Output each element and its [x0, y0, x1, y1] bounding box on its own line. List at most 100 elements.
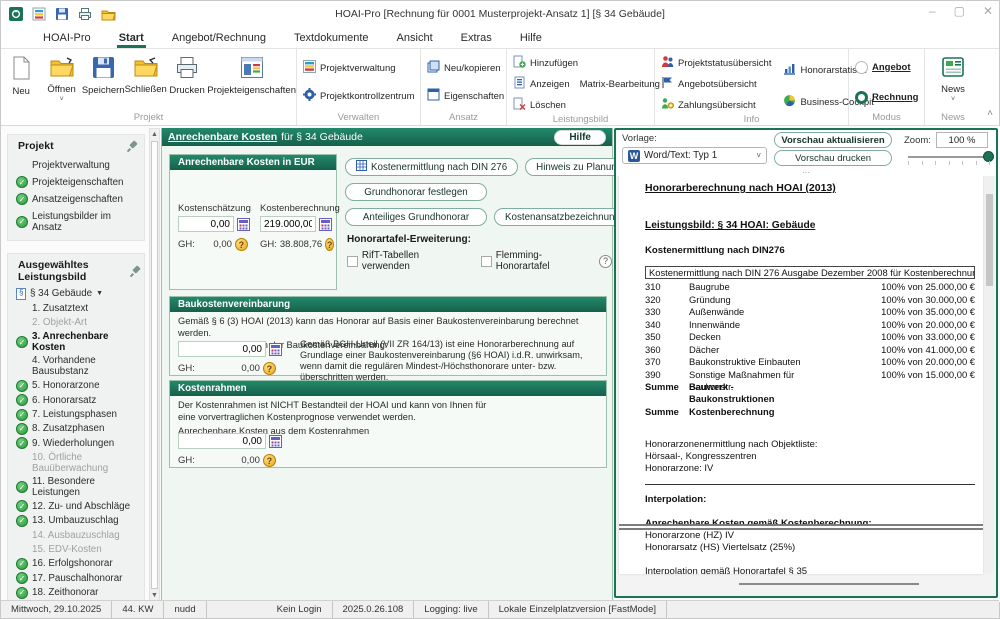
sidebar-item-34-gebaeude[interactable]: § 34 Gebäude▼	[8, 287, 144, 301]
sidebar-item-leistungsphasen[interactable]: ✓7. Leistungsphasen	[8, 407, 144, 421]
tab-hoai-pro[interactable]: HOAI-Pro	[31, 29, 103, 48]
close-button[interactable]: ✕	[983, 4, 993, 18]
sidebar-item-zeithonorar[interactable]: ✓18. Zeithonorar	[8, 586, 144, 600]
sidebar-item-projektverwaltung[interactable]: Projektverwaltung	[8, 156, 144, 172]
zoom-slider[interactable]	[908, 156, 990, 158]
group-label-modus: Modus	[849, 112, 924, 125]
anrechenbare-kosten-box: Anrechenbare Kosten in EUR Kostenschätzu…	[169, 154, 337, 290]
speichern-button[interactable]: Speichern	[82, 49, 125, 96]
sidebar-item-anrechenbare-kosten[interactable]: ✓3. Anrechenbare Kosten	[8, 330, 144, 354]
tab-angebot-rechnung[interactable]: Angebot/Rechnung	[160, 29, 278, 48]
scrollbar-thumb[interactable]	[986, 194, 993, 286]
pin-icon[interactable]	[126, 140, 138, 152]
preview-vertical-scrollbar[interactable]	[985, 176, 994, 574]
calculator-icon[interactable]	[319, 218, 332, 231]
help-question-icon[interactable]: ?	[235, 238, 248, 251]
help-circle-icon[interactable]: ?	[599, 255, 612, 268]
projektverwaltung-button[interactable]: Projektverwaltung	[303, 59, 415, 77]
sidebar-item-erfolgshonorar[interactable]: ✓16. Erfolgshonorar	[8, 557, 144, 571]
sidebar-item-oertliche-bauueberwachung[interactable]: 10. Örtliche Bauüberwachung	[8, 451, 144, 475]
open-folder-icon[interactable]	[101, 8, 116, 21]
zoom-value[interactable]: 100 %	[936, 132, 988, 148]
print-icon[interactable]	[78, 7, 92, 21]
kostenberechnung-input[interactable]	[260, 216, 316, 232]
kostenschaetzung-input[interactable]	[178, 216, 234, 232]
pin-icon[interactable]	[129, 265, 138, 277]
modus-rechnung-radio[interactable]: Rechnung	[855, 88, 918, 106]
sidebar-item-ansatzeigenschaften[interactable]: ✓Ansatzeigenschaften	[8, 189, 144, 206]
tab-textdokumente[interactable]: Textdokumente	[282, 29, 381, 48]
tab-ansicht[interactable]: Ansicht	[385, 29, 445, 48]
save-icon[interactable]	[55, 7, 69, 21]
hilfe-button[interactable]: Hilfe	[554, 130, 606, 145]
scrollbar-thumb[interactable]	[151, 141, 158, 589]
sidebar-item-wiederholungen[interactable]: ✓9. Wiederholungen	[8, 436, 144, 450]
sidebar-item-zusatzphasen[interactable]: ✓8. Zusatzphasen	[8, 422, 144, 436]
news-icon	[941, 56, 965, 81]
sidebar-item-honorarsatz[interactable]: ✓6. Honorarsatz	[8, 393, 144, 407]
tab-hilfe[interactable]: Hilfe	[508, 29, 554, 48]
minimize-button[interactable]: –	[929, 4, 936, 18]
preview-horizontal-scrollbar[interactable]	[619, 580, 983, 588]
projektstatusuebersicht-button[interactable]: Projektstatusübersicht	[661, 54, 771, 72]
neu-button[interactable]: Neu	[1, 49, 41, 97]
sidebar-item-vorhandene-bausubstanz[interactable]: 4. Vorhandene Bausubstanz	[8, 354, 144, 378]
sidebar-item-projekteigenschaften[interactable]: ✓Projekteigenschaften	[8, 172, 144, 189]
section-title: Ausgewähltes Leistungsbild	[18, 259, 129, 283]
check-icon: ✓	[16, 216, 28, 228]
collapse-ribbon-icon[interactable]: ˄	[987, 108, 993, 119]
sidebar-scrollbar[interactable]: ▲ ▼	[149, 128, 160, 602]
sidebar-section-leistungsbild: Ausgewähltes Leistungsbild § 34 Gebäude▼…	[7, 253, 145, 602]
modus-angebot-radio[interactable]: Angebot	[855, 58, 918, 76]
vorschau-aktualisieren-button[interactable]: Vorschau aktualisieren	[774, 132, 892, 148]
scroll-up-icon[interactable]: ▲	[150, 129, 159, 140]
neu-kopieren-button[interactable]: Neu/kopieren	[427, 59, 504, 77]
flemming-checkbox[interactable]	[481, 256, 492, 267]
template-dropdown[interactable]: W Word/Text: Typ 1 ˅	[622, 147, 767, 164]
sidebar-item-umbauzuschlag[interactable]: ✓13. Umbauzuschlag	[8, 514, 144, 528]
sidebar-item-zusatztext[interactable]: 1. Zusatztext	[8, 301, 144, 315]
help-question-icon[interactable]: ?	[263, 454, 276, 467]
kostenrahmen-input[interactable]	[178, 433, 266, 449]
anzeigen-button[interactable]: Anzeigen	[513, 75, 570, 93]
schliessen-button[interactable]: Schließen	[125, 49, 167, 95]
projektverwaltung-icon[interactable]	[32, 7, 46, 21]
kostenermittlung-din276-button[interactable]: Kostenermittlung nach DIN 276	[345, 158, 518, 176]
sidebar-item-objekt-art[interactable]: 2. Objekt-Art	[8, 316, 144, 330]
zahlungsuebersicht-button[interactable]: Zahlungsübersicht	[661, 96, 771, 114]
rift-checkbox[interactable]	[347, 256, 358, 267]
hinzufuegen-button[interactable]: Hinzufügen	[513, 54, 660, 72]
projektkontrollzentrum-button[interactable]: Projektkontrollzentrum	[303, 87, 415, 105]
sidebar-item-pauschalhonorar[interactable]: ✓17. Pauschalhonorar	[8, 571, 144, 585]
sidebar-item-leistungsbilder-im-ansatz[interactable]: ✓Leistungsbilder im Ansatz	[8, 207, 144, 234]
news-button[interactable]: News ˅	[930, 49, 977, 102]
calculator-icon[interactable]	[269, 343, 282, 356]
sidebar-item-honorarzone[interactable]: ✓5. Honorarzone	[8, 379, 144, 393]
sidebar-item-besondere-leistungen[interactable]: ✓11. Besondere Leistungen	[8, 475, 144, 499]
sidebar-item-ausbauzuschlag[interactable]: 14. Ausbauzuschlag	[8, 528, 144, 542]
matrix-bearbeitung-button[interactable]: Matrix-Bearbeitung	[580, 75, 660, 93]
oeffnen-button[interactable]: Öffnen ˅	[41, 49, 81, 102]
tab-start[interactable]: Start	[107, 29, 156, 48]
anteiliges-grundhonorar-button[interactable]: Anteiliges Grundhonorar	[345, 208, 487, 226]
calculator-icon[interactable]	[269, 435, 282, 448]
loeschen-button[interactable]: Löschen	[513, 96, 660, 114]
projekteigenschaften-button[interactable]: Projekteigenschaften	[207, 49, 296, 96]
sidebar-item-edv-kosten[interactable]: 15. EDV-Kosten	[8, 542, 144, 556]
angebotsuebersicht-button[interactable]: Angebotsübersicht	[661, 75, 771, 93]
bkv-input[interactable]	[178, 341, 266, 357]
preview-page: Honorarberechnung nach HOAI (2013) Leist…	[619, 176, 983, 574]
calculator-icon[interactable]	[237, 218, 250, 231]
maximize-button[interactable]: ▢	[954, 4, 965, 18]
help-question-icon[interactable]: ?	[325, 238, 334, 251]
vorschau-drucken-button[interactable]: Vorschau drucken	[774, 150, 892, 166]
tab-extras[interactable]: Extras	[449, 29, 504, 48]
grundhonorar-festlegen-button[interactable]: Grundhonorar festlegen	[345, 183, 487, 201]
zoom-slider-ticks	[908, 161, 990, 165]
check-icon: ✓	[16, 515, 28, 527]
drucken-button[interactable]: Drucken	[167, 49, 207, 96]
sidebar-item-zu-und-abschlaege[interactable]: ✓12. Zu- und Abschläge	[8, 499, 144, 513]
help-question-icon[interactable]: ?	[263, 362, 276, 375]
scrollbar-thumb[interactable]	[739, 583, 919, 585]
eigenschaften-button[interactable]: Eigenschaften	[427, 87, 504, 105]
